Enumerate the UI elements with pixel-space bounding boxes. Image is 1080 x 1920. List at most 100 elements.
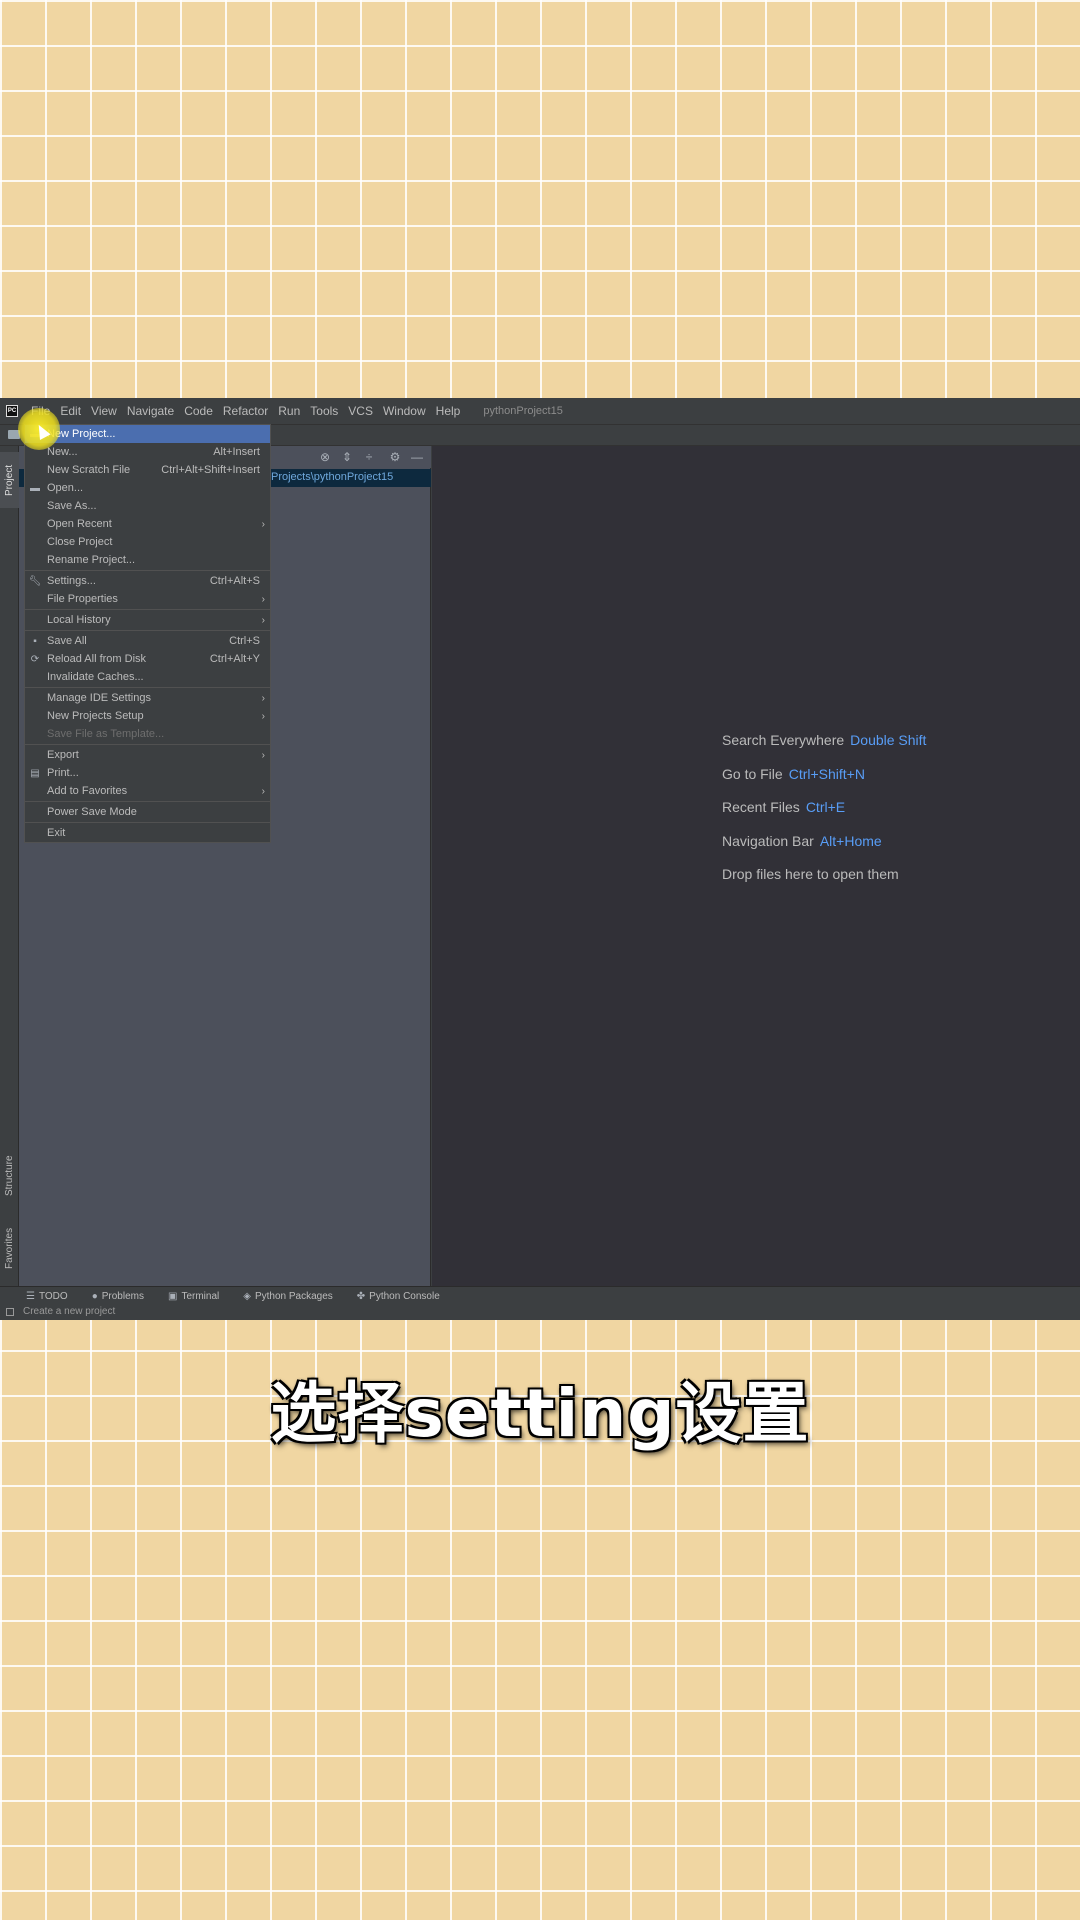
chevron-right-icon: ›: [261, 785, 265, 797]
menu-item-print[interactable]: ▤ Print...: [25, 764, 270, 782]
tool-tab-terminal[interactable]: ▣ Terminal: [168, 1291, 219, 1302]
minimize-icon[interactable]: —: [409, 449, 425, 465]
menu-item-export[interactable]: Export ›: [25, 746, 270, 764]
collapse-all-icon[interactable]: ÷: [361, 449, 377, 465]
todo-label: TODO: [38, 1291, 68, 1302]
hint-label: Drop files here to open them: [722, 866, 899, 882]
chevron-right-icon: ›: [261, 692, 265, 704]
menu-item-shortcut: Ctrl+Alt+Y: [209, 653, 260, 665]
open-folder-icon: ▬: [30, 482, 40, 494]
menu-run[interactable]: Run: [273, 404, 305, 418]
menu-item-open-recent[interactable]: Open Recent ›: [25, 515, 270, 533]
menu-vcs[interactable]: VCS: [343, 404, 378, 418]
menu-separator: [25, 630, 270, 631]
structure-tab-label: Structure: [4, 1155, 15, 1197]
menu-item-label: Save As...: [47, 500, 97, 512]
menu-help[interactable]: Help: [431, 404, 466, 418]
hint-key: Double Shift: [850, 732, 927, 748]
menu-item-new-projects-setup[interactable]: New Projects Setup ›: [25, 707, 270, 725]
tool-tab-todo[interactable]: ☰ TODO: [26, 1291, 68, 1302]
menu-separator: [25, 801, 270, 802]
menu-item-shortcut: Ctrl+Alt+S: [209, 575, 260, 587]
chevron-right-icon: ›: [261, 614, 265, 626]
menu-code[interactable]: Code: [179, 404, 218, 418]
tool-tab-project[interactable]: Project: [0, 452, 19, 508]
status-toggle-icon[interactable]: [6, 1308, 14, 1316]
menu-item-open[interactable]: ▬ Open...: [25, 479, 270, 497]
refresh-icon: ⟳: [30, 653, 40, 665]
menu-item-label: Save All: [47, 635, 87, 647]
status-text: Create a new project: [23, 1306, 116, 1317]
chevron-right-icon: ›: [261, 518, 265, 530]
menu-bar: PC File Edit View Navigate Code Refactor…: [0, 398, 1080, 424]
tool-tab-python-console[interactable]: ✤ Python Console: [357, 1291, 440, 1302]
menu-item-save-file-as-template: Save File as Template...: [25, 725, 270, 743]
menu-item-label: Open...: [47, 482, 84, 494]
menu-item-label: Print...: [47, 767, 79, 779]
menu-separator: [25, 822, 270, 823]
menu-separator: [25, 687, 270, 688]
pycharm-logo-icon: PC: [6, 405, 18, 417]
menu-item-shortcut: Alt+Insert: [213, 446, 260, 458]
menu-navigate[interactable]: Navigate: [122, 404, 179, 418]
menu-item-new[interactable]: New... Alt+Insert: [25, 443, 270, 461]
menu-item-settings[interactable]: 🔧︎ Settings... Ctrl+Alt+S: [25, 572, 270, 590]
gear-icon[interactable]: ⚙: [387, 449, 403, 465]
menu-item-label: New Scratch File: [47, 464, 131, 476]
python-console-label: Python Console: [369, 1291, 440, 1302]
menu-item-label: Invalidate Caches...: [47, 671, 144, 683]
info-icon: ●: [91, 1291, 98, 1302]
hint-label: Go to File: [722, 766, 783, 782]
menu-view[interactable]: View: [86, 404, 122, 418]
menu-item-close-project[interactable]: Close Project: [25, 533, 270, 551]
terminal-icon: ▣: [167, 1291, 178, 1302]
tool-tab-problems[interactable]: ● Problems: [92, 1291, 144, 1302]
expand-all-icon[interactable]: ⇕: [339, 449, 355, 465]
menu-item-label: Add to Favorites: [47, 785, 128, 797]
tool-tab-favorites[interactable]: Favorites: [0, 1218, 19, 1278]
menu-item-new-project[interactable]: ▬ New Project...: [25, 425, 270, 443]
menu-item-label: Local History: [47, 614, 111, 626]
left-tool-stripe: Project Structure Favorites: [0, 446, 19, 1286]
chevron-right-icon: ›: [261, 710, 265, 722]
tool-tab-python-packages[interactable]: ◈ Python Packages: [243, 1291, 333, 1302]
menu-item-rename-project[interactable]: Rename Project...: [25, 551, 270, 569]
hint-navigation-bar: Navigation Bar Alt+Home: [722, 833, 882, 849]
packages-icon: ◈: [243, 1291, 251, 1302]
menu-item-label: Rename Project...: [47, 554, 136, 566]
tool-tab-structure[interactable]: Structure: [0, 1146, 19, 1206]
menu-item-label: New...: [47, 446, 78, 458]
menu-item-add-to-favorites[interactable]: Add to Favorites ›: [25, 782, 270, 800]
menu-tools[interactable]: Tools: [305, 404, 343, 418]
menu-item-shortcut: Ctrl+Alt+Shift+Insert: [161, 464, 260, 476]
menu-item-new-scratch-file[interactable]: New Scratch File Ctrl+Alt+Shift+Insert: [25, 461, 270, 479]
menu-item-label: Export: [47, 749, 79, 761]
menu-item-reload-all[interactable]: ⟳ Reload All from Disk Ctrl+Alt+Y: [25, 650, 270, 668]
menu-refactor[interactable]: Refactor: [218, 404, 273, 418]
menu-item-label: New Projects Setup: [47, 710, 144, 722]
menu-item-local-history[interactable]: Local History ›: [25, 611, 270, 629]
menu-item-file-properties[interactable]: File Properties ›: [25, 590, 270, 608]
project-path: Projects\pythonProject15: [271, 471, 394, 483]
menu-item-save-as[interactable]: Save As...: [25, 497, 270, 515]
menu-item-save-all[interactable]: ▪ Save All Ctrl+S: [25, 632, 270, 650]
python-icon: ✤: [356, 1291, 366, 1302]
editor-area[interactable]: Search Everywhere Double Shift Go to File…: [432, 446, 1080, 1286]
menu-item-label: File Properties: [47, 593, 118, 605]
locate-icon[interactable]: ⊗: [317, 449, 333, 465]
hint-key: Ctrl+Shift+N: [788, 766, 865, 782]
hint-label: Search Everywhere: [722, 732, 845, 748]
hint-label: Navigation Bar: [722, 833, 814, 849]
menu-item-label: Manage IDE Settings: [47, 692, 151, 704]
hint-search-everywhere: Search Everywhere Double Shift: [722, 732, 926, 748]
menu-item-power-save-mode[interactable]: Power Save Mode: [25, 803, 270, 821]
menu-item-exit[interactable]: Exit: [25, 824, 270, 842]
menu-item-invalidate-caches[interactable]: Invalidate Caches...: [25, 668, 270, 686]
menu-item-label: Settings...: [47, 575, 96, 587]
menu-window[interactable]: Window: [378, 404, 431, 418]
menu-item-label: Exit: [47, 827, 66, 839]
hint-label: Recent Files: [722, 799, 800, 815]
menu-item-manage-ide-settings[interactable]: Manage IDE Settings ›: [25, 689, 270, 707]
menu-item-label: Open Recent: [47, 518, 112, 530]
menu-edit[interactable]: Edit: [55, 404, 86, 418]
